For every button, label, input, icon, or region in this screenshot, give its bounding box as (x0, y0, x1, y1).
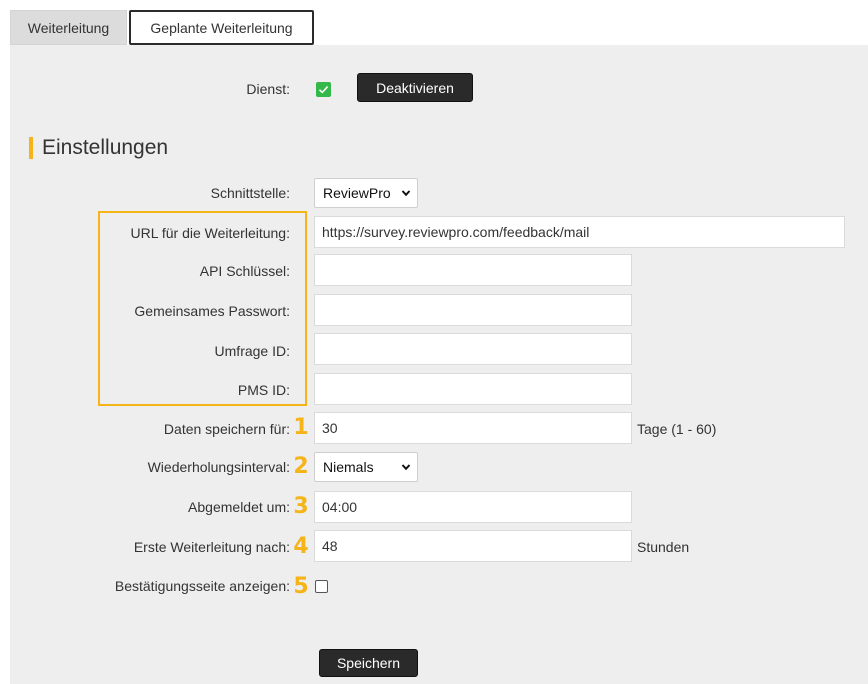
tab-weiterleitung[interactable]: Weiterleitung (10, 10, 127, 45)
chevron-down-icon (401, 464, 411, 471)
store-data-suffix: Tage (1 - 60) (637, 421, 717, 437)
tab-geplante-weiterleitung[interactable]: Geplante Weiterleitung (129, 10, 314, 45)
marker-4: 4 (293, 534, 309, 559)
marker-5: 5 (293, 574, 309, 599)
chevron-down-icon (401, 190, 411, 197)
unsubscribed-at-label: Abgemeldet um: (188, 499, 290, 515)
service-label: Dienst: (246, 81, 290, 97)
section-title: Einstellungen (42, 136, 169, 159)
marker-3: 3 (293, 494, 309, 519)
shared-password-input[interactable] (314, 294, 632, 326)
url-label: URL für die Weiterleitung: (130, 225, 290, 241)
pms-id-label: PMS ID: (237, 382, 290, 398)
section-accent-bar (29, 137, 33, 159)
first-forward-input[interactable]: 48 (314, 530, 632, 562)
service-checkbox[interactable] (316, 82, 331, 97)
repeat-interval-select-value: Niemals (323, 459, 374, 475)
interface-select-value: ReviewPro (323, 185, 391, 201)
api-key-label: API Schlüssel: (199, 263, 290, 279)
interface-select[interactable]: ReviewPro (314, 178, 418, 208)
marker-2: 2 (293, 454, 309, 479)
repeat-interval-label: Wiederholungsinterval: (147, 459, 290, 475)
save-button[interactable]: Speichern (319, 649, 418, 677)
marker-1: 1 (293, 415, 309, 440)
url-input[interactable]: https://survey.reviewpro.com/feedback/ma… (314, 216, 845, 248)
store-data-input[interactable]: 30 (314, 412, 632, 444)
pms-id-input[interactable] (314, 373, 632, 405)
first-forward-suffix: Stunden (637, 539, 690, 555)
unsubscribed-at-input[interactable]: 04:00 (314, 491, 632, 523)
deactivate-button[interactable]: Deaktivieren (357, 73, 473, 102)
interface-label: Schnittstelle: (210, 185, 290, 201)
api-key-input[interactable] (314, 254, 632, 286)
checkmark-icon (318, 86, 329, 94)
survey-id-label: Umfrage ID: (214, 343, 290, 359)
store-data-label: Daten speichern für: (163, 421, 290, 437)
show-confirmation-label: Bestätigungsseite anzeigen: (114, 578, 290, 594)
first-forward-label: Erste Weiterleitung nach: (133, 539, 290, 555)
repeat-interval-select[interactable]: Niemals (314, 452, 418, 482)
show-confirmation-checkbox[interactable] (315, 580, 328, 593)
survey-id-input[interactable] (314, 333, 632, 365)
shared-password-label: Gemeinsames Passwort: (134, 303, 290, 319)
